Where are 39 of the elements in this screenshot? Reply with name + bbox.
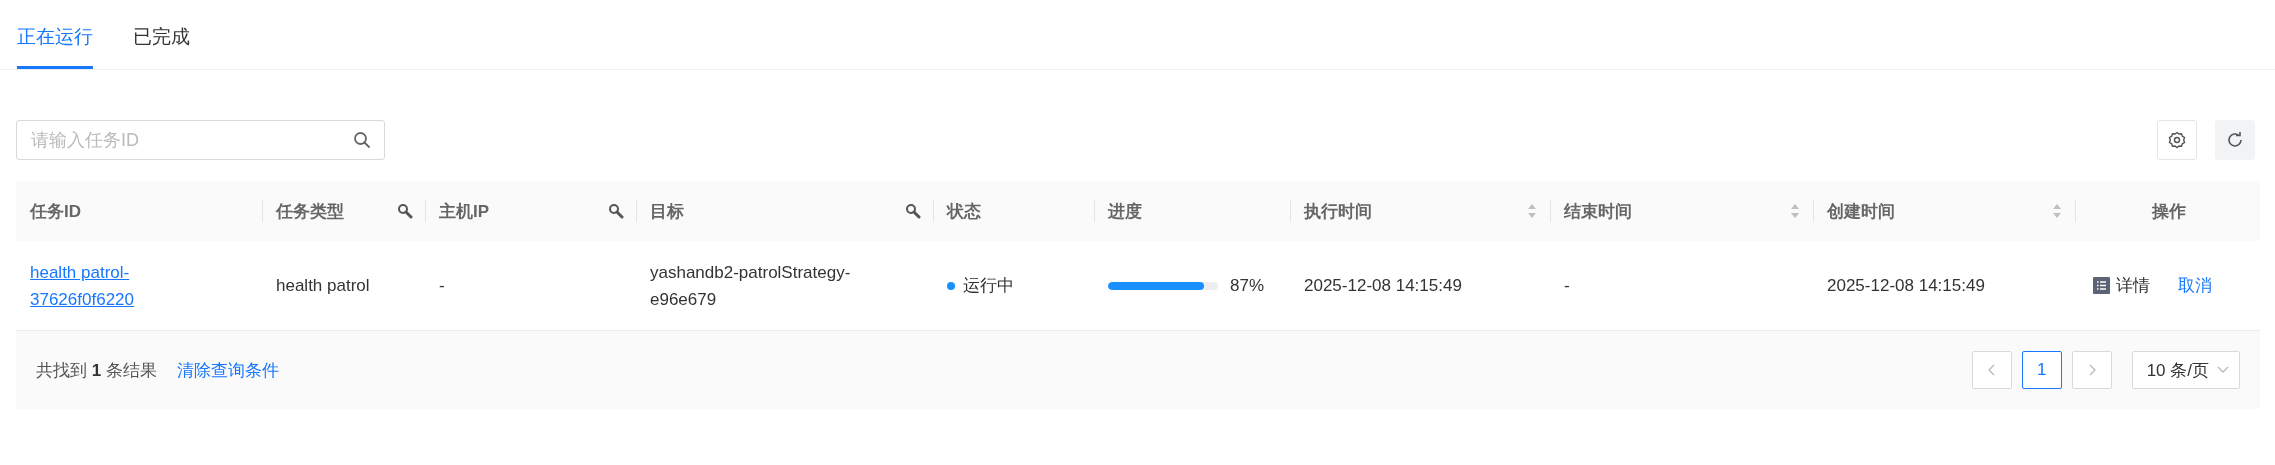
table-cell: health patrol <box>276 275 370 296</box>
search-icon[interactable] <box>353 131 371 149</box>
table-cell: 2025-12-08 14:15:49 <box>1827 275 1985 296</box>
detail-button[interactable]: 详情 <box>2093 274 2150 297</box>
settings-button[interactable] <box>2157 120 2197 160</box>
cancel-link[interactable]: 取消 <box>2178 274 2212 297</box>
tab[interactable]: 正在运行 <box>17 22 93 69</box>
task-id-link[interactable]: health patrol-37626f0f6220 <box>30 258 200 313</box>
refresh-button[interactable] <box>2215 120 2255 160</box>
progress-reading: 87% <box>1230 275 1265 296</box>
table-cell-text: yashandb2-patrolStrategy-e96e679 <box>650 261 852 311</box>
page-size-select[interactable]: 10 条/页 <box>2131 351 2240 389</box>
tab[interactable]: 已完成 <box>133 22 190 69</box>
page-button[interactable]: 1 <box>2021 351 2062 389</box>
column-header: 状态 <box>947 200 982 223</box>
column-header: 进度 <box>1108 200 1143 223</box>
column-header: 任务ID <box>30 200 82 223</box>
chevron-down-icon <box>2217 366 2229 374</box>
search-field[interactable]: 请输入任务ID <box>16 120 385 160</box>
result-summary: 共找到 1 条结果 <box>36 359 157 382</box>
filter-search-icon[interactable] <box>905 203 921 219</box>
column-header: 目标 <box>650 200 685 223</box>
column-header: 创建时间 <box>1827 200 1896 223</box>
column-header: 操作 <box>2151 200 2186 223</box>
column-header: 主机IP <box>439 200 491 223</box>
clear-filters-link[interactable]: 清除查询条件 <box>176 358 279 382</box>
column-header: 结束时间 <box>1564 200 1633 223</box>
list-icon <box>2093 277 2110 294</box>
table-cell: - <box>439 275 445 296</box>
filter-search-icon[interactable] <box>397 203 413 219</box>
column-header: 任务类型 <box>276 200 345 223</box>
chevron-left-icon <box>1986 363 1997 377</box>
table-cell: 2025-12-08 14:15:49 <box>1304 275 1462 296</box>
filter-search-icon[interactable] <box>608 203 624 219</box>
status-text: 运行中 <box>963 275 1014 297</box>
settings-icon <box>2168 131 2186 149</box>
table-cell: - <box>1564 275 1570 296</box>
refresh-icon <box>2226 131 2244 149</box>
column-header: 执行时间 <box>1304 200 1373 223</box>
